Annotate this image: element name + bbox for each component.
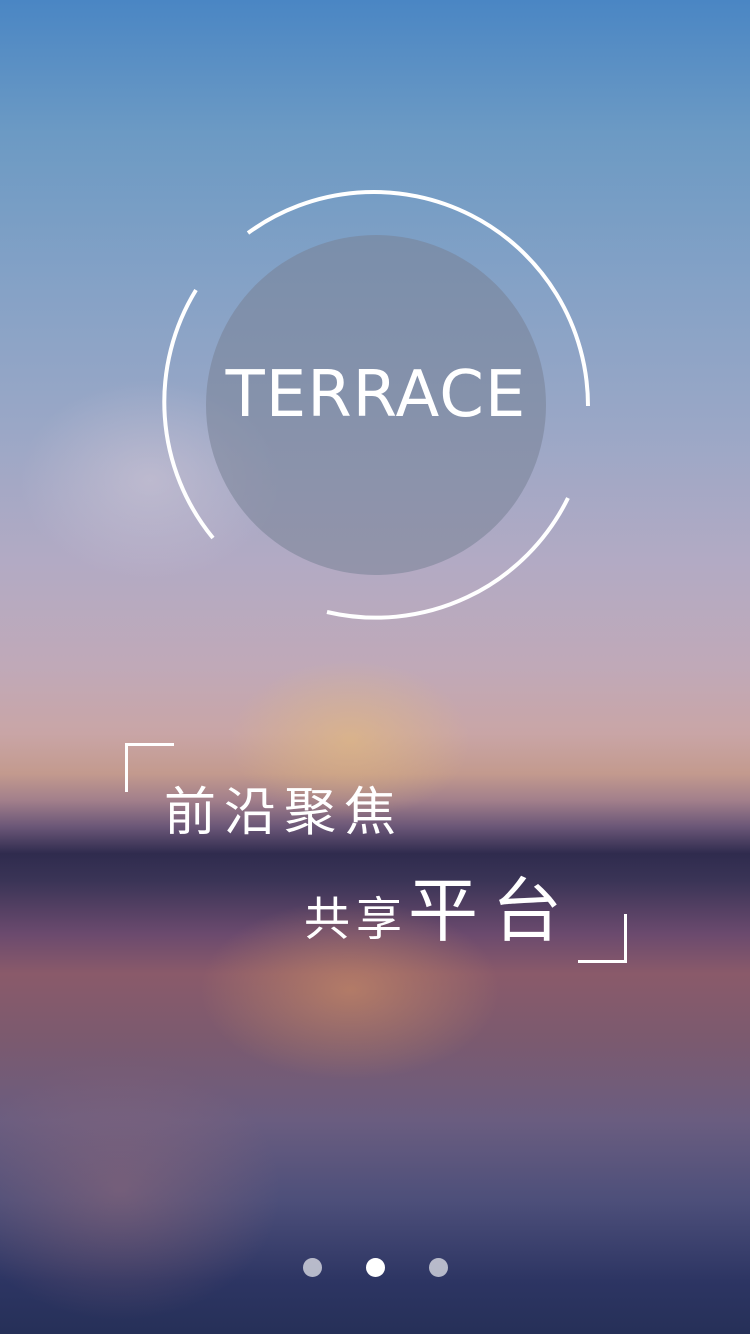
app-logo: TERRACE <box>150 180 600 630</box>
page-dot-active[interactable] <box>365 1258 385 1277</box>
background-glow <box>0 1060 280 1320</box>
background-reflection <box>200 900 500 1080</box>
quote-close-bracket-icon <box>578 914 627 963</box>
slogan-line-2: 共享平台 <box>304 855 576 956</box>
slogan-line-2-small: 共享 <box>304 892 408 946</box>
quote-open-bracket-icon <box>125 743 174 792</box>
slogan-line-1: 前沿聚焦 <box>164 783 405 843</box>
background-sun-glow <box>230 660 470 820</box>
slogan-line-2-big: 平台 <box>408 870 576 952</box>
splash-screen: TERRACE 前沿聚焦 共享平台 <box>0 0 750 1334</box>
page-dot[interactable] <box>302 1258 322 1277</box>
page-indicator <box>0 1258 750 1278</box>
logo-text: TERRACE <box>225 358 527 432</box>
page-dot[interactable] <box>428 1258 448 1277</box>
